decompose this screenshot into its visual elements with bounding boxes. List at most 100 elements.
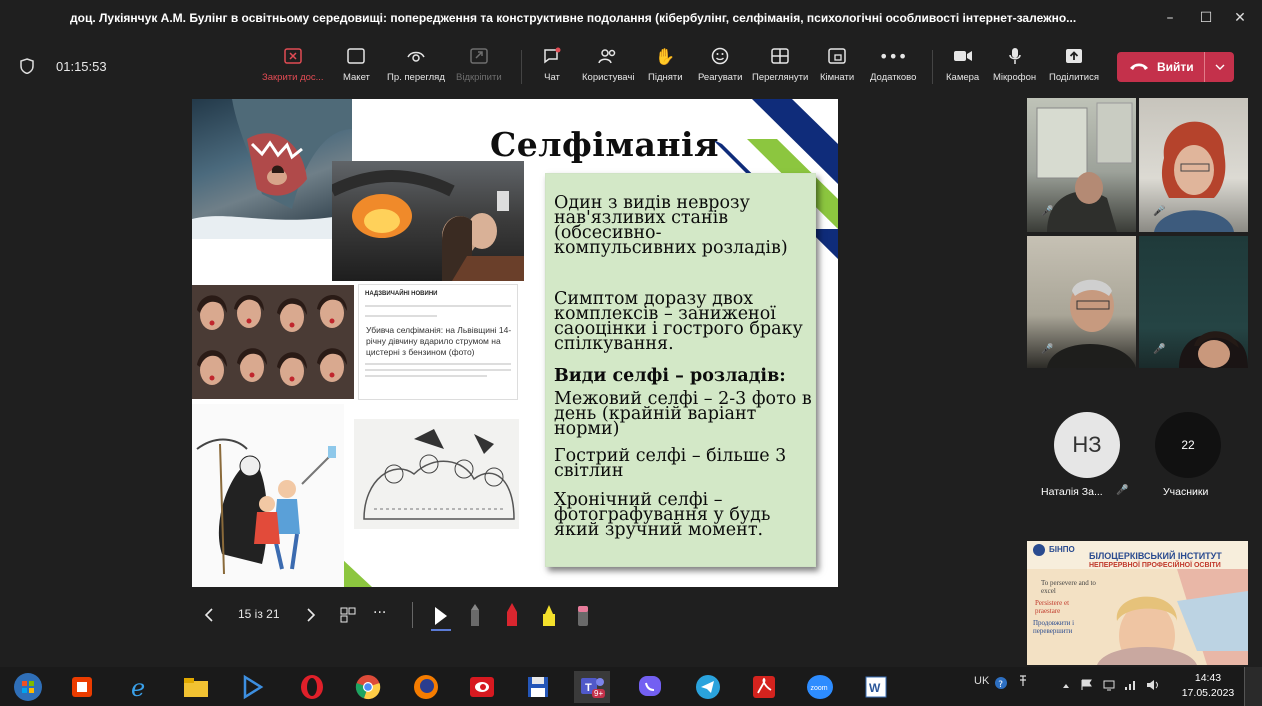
- close-share-button[interactable]: Закрити дос...: [262, 44, 324, 90]
- media-player-app[interactable]: [236, 671, 268, 703]
- close-button[interactable]: ✕: [1226, 6, 1254, 30]
- raise-hand-button[interactable]: ✋ Підняти: [648, 44, 683, 90]
- input-method-icon[interactable]: [1018, 674, 1028, 688]
- participant-video[interactable]: 🎤: [1027, 236, 1136, 368]
- react-button[interactable]: Реагувати: [698, 44, 742, 90]
- svg-text:zoom: zoom: [811, 685, 828, 692]
- news-rule: [365, 305, 511, 307]
- svg-text:T: T: [585, 682, 592, 694]
- language-indicator[interactable]: UK: [974, 675, 989, 687]
- minimize-button[interactable]: –: [1156, 6, 1184, 30]
- participants-count-button[interactable]: 22: [1155, 412, 1221, 478]
- more-label: Додатково: [870, 72, 917, 83]
- news-headline: Убивча селфіманія: на Львівщині 14-річну…: [366, 325, 512, 357]
- presenter-video[interactable]: БІНПО БІЛОЦЕРКІВСЬКИЙ ІНСТИТУТ НЕПЕРЕРВН…: [1027, 541, 1248, 665]
- telegram-icon: [696, 675, 720, 699]
- preview-button[interactable]: Пр. перегляд: [387, 44, 445, 90]
- muted-mic-icon: 🎤: [1041, 344, 1054, 355]
- internet-explorer-icon: e: [131, 674, 145, 700]
- red-marker-icon[interactable]: [504, 602, 520, 628]
- close-share-icon: [281, 44, 305, 68]
- meeting-toolbar: 01:15:53 Закрити дос... Макет Пр. перегл…: [0, 38, 1262, 96]
- unpin-icon: [467, 44, 491, 68]
- eraser-icon[interactable]: [576, 602, 590, 628]
- acrobat-app[interactable]: [748, 671, 780, 703]
- institute-motto: Persistere et praestare: [1035, 599, 1070, 615]
- telegram-app[interactable]: [692, 671, 724, 703]
- eye-icon: [404, 44, 428, 68]
- participant-video[interactable]: 🎤: [1139, 236, 1248, 368]
- office-app[interactable]: [66, 671, 98, 703]
- tray-expand-icon[interactable]: [1062, 682, 1070, 690]
- slide-title: Селфіманія: [490, 125, 719, 164]
- explorer-app[interactable]: [180, 671, 212, 703]
- save-app[interactable]: [522, 671, 554, 703]
- flag-icon[interactable]: [1080, 679, 1094, 691]
- crowd-selfie-cartoon: [354, 419, 519, 529]
- chat-button[interactable]: Чат: [540, 44, 564, 90]
- rooms-label: Кімнати: [820, 72, 855, 83]
- leave-menu-chevron[interactable]: [1204, 52, 1234, 82]
- girls-selfie-grid: [192, 285, 354, 399]
- chat-label: Чат: [544, 72, 560, 83]
- layout-label: Макет: [343, 72, 370, 83]
- viber-app[interactable]: [634, 671, 666, 703]
- show-desktop-button[interactable]: [1244, 667, 1262, 706]
- participant-avatar[interactable]: НЗ: [1054, 412, 1120, 478]
- share-button[interactable]: Поділитися: [1049, 44, 1099, 90]
- view-label: Переглянути: [752, 72, 809, 83]
- next-slide-icon[interactable]: [306, 607, 316, 623]
- grim-reaper-cartoon: [192, 404, 344, 587]
- firefox-app[interactable]: [410, 671, 442, 703]
- shield-icon[interactable]: [20, 58, 34, 74]
- raise-hand-label: Підняти: [648, 72, 683, 83]
- chrome-icon: [355, 675, 381, 700]
- participant-video[interactable]: 🎤: [1027, 98, 1136, 232]
- slide-more-button[interactable]: ···: [373, 605, 386, 621]
- shark-photo: [192, 99, 352, 239]
- slide-paragraph: Хронічний селфі – фотографування у будь …: [554, 490, 771, 540]
- ie-app[interactable]: e: [124, 671, 156, 703]
- maximize-button[interactable]: ☐: [1192, 6, 1220, 30]
- anydesk-app[interactable]: [466, 671, 498, 703]
- zoom-app[interactable]: zoom: [804, 671, 836, 703]
- pdf-icon: [753, 676, 775, 698]
- unpin-button[interactable]: Відкріпити: [456, 44, 502, 90]
- chrome-app[interactable]: [352, 671, 384, 703]
- camera-button[interactable]: Камера: [946, 44, 979, 90]
- smile-icon: [708, 44, 732, 68]
- viber-icon: [639, 676, 661, 696]
- institute-motto: Продовжити і перевершити: [1033, 619, 1075, 635]
- people-button[interactable]: Користувачі: [582, 44, 634, 90]
- signal-icon[interactable]: [1124, 679, 1138, 691]
- start-button[interactable]: [12, 671, 44, 703]
- rooms-button[interactable]: Кімнати: [820, 44, 854, 90]
- participant-video[interactable]: 🎤: [1139, 98, 1248, 232]
- previous-slide-icon[interactable]: [204, 607, 214, 623]
- layout-button[interactable]: Макет: [343, 44, 370, 90]
- microphone-button[interactable]: Мікрофон: [993, 44, 1036, 90]
- opera-icon: [301, 675, 323, 699]
- close-share-label: Закрити дос...: [262, 72, 324, 83]
- highlighter-icon[interactable]: [540, 602, 558, 628]
- teams-app[interactable]: T 9+: [574, 671, 610, 703]
- fire-selfie-photo: [332, 161, 524, 281]
- opera-app[interactable]: [296, 671, 328, 703]
- more-button[interactable]: ••• Додатково: [870, 44, 916, 90]
- pen-tool-icon[interactable]: [468, 602, 482, 628]
- volume-icon[interactable]: [1146, 679, 1162, 691]
- view-button[interactable]: Переглянути: [752, 44, 808, 90]
- microphone-label: Мікрофон: [993, 72, 1037, 83]
- people-label: Користувачі: [582, 72, 635, 83]
- pointer-tool-icon[interactable]: [430, 604, 452, 632]
- slide-grid-icon[interactable]: [340, 607, 356, 623]
- help-icon[interactable]: ?: [994, 676, 1008, 690]
- network-icon[interactable]: [1102, 679, 1116, 691]
- word-app[interactable]: W: [860, 671, 892, 703]
- leave-button[interactable]: Вийти: [1117, 52, 1234, 82]
- share-icon: [1062, 44, 1086, 68]
- chevron-down-icon: [1215, 64, 1224, 70]
- raise-hand-icon: ✋: [655, 46, 676, 66]
- slide-paragraph: Гострий селфі – більше 3 світлин: [554, 446, 787, 481]
- taskbar-clock[interactable]: 14:43 17.05.2023: [1178, 671, 1238, 701]
